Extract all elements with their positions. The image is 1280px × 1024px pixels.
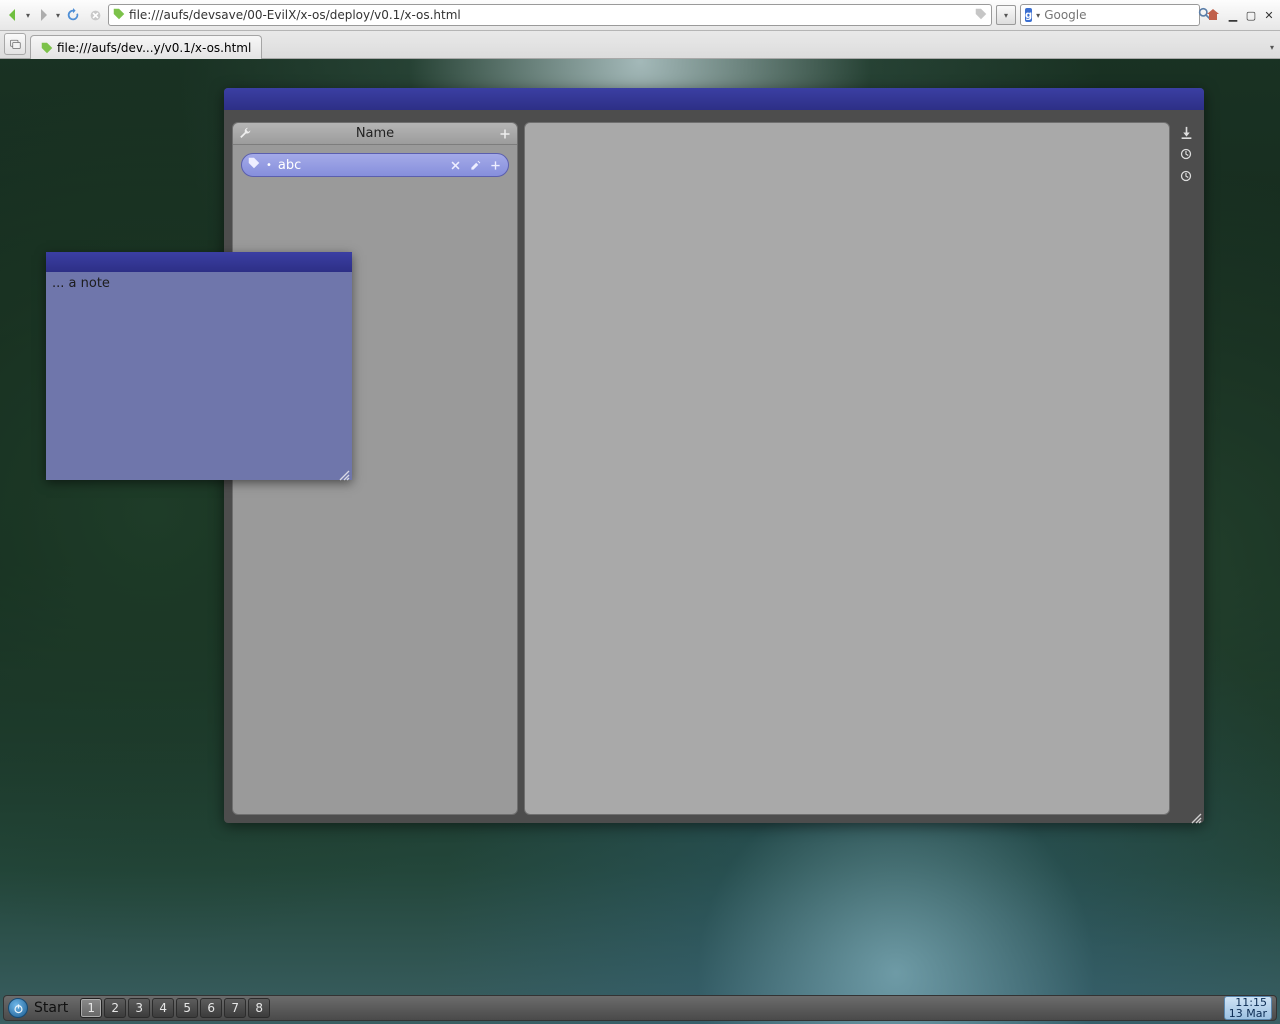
taskbar: Start 12345678 11:15 13 Mar <box>3 995 1277 1021</box>
edit-icon[interactable] <box>468 158 482 172</box>
workspace-button-3[interactable]: 3 <box>128 998 150 1018</box>
bullet-icon: • <box>266 160 272 171</box>
workspace-switcher: 12345678 <box>80 998 270 1018</box>
workspace-button-2[interactable]: 2 <box>104 998 126 1018</box>
item-label: abc <box>278 158 301 173</box>
workspace-button-8[interactable]: 8 <box>248 998 270 1018</box>
tag-icon <box>248 157 260 173</box>
minimize-window[interactable]: ▁ <box>1226 8 1240 22</box>
download-icon[interactable] <box>1178 124 1194 140</box>
close-window[interactable]: ✕ <box>1262 8 1276 22</box>
tab-strip: file:///aufs/dev...y/v0.1/x-os.html ▾ <box>0 31 1280 59</box>
google-icon: g <box>1025 8 1032 22</box>
forward-history-dropdown[interactable]: ▾ <box>56 11 60 20</box>
search-input[interactable] <box>1044 8 1194 22</box>
address-dropdown[interactable]: ▾ <box>996 5 1016 25</box>
start-button[interactable]: Start <box>34 1000 68 1016</box>
power-button[interactable] <box>8 998 28 1018</box>
resize-handle[interactable] <box>1190 809 1202 821</box>
note-titlebar[interactable] <box>46 252 352 272</box>
workspace-button-4[interactable]: 4 <box>152 998 174 1018</box>
left-panel-header: Name <box>233 123 517 145</box>
stop-button[interactable] <box>86 6 104 24</box>
app-window: Name • abc <box>224 88 1204 823</box>
tab-label: file:///aufs/dev...y/v0.1/x-os.html <box>57 41 251 55</box>
back-button[interactable] <box>4 6 22 24</box>
home-button[interactable] <box>1204 6 1222 24</box>
workspace-button-7[interactable]: 7 <box>224 998 246 1018</box>
browser-tab[interactable]: file:///aufs/dev...y/v0.1/x-os.html <box>30 35 262 59</box>
plus-icon[interactable] <box>488 158 502 172</box>
note-window: ... a note <box>46 252 352 480</box>
maximize-window[interactable]: ▢ <box>1244 8 1258 22</box>
list-item[interactable]: • abc <box>241 153 509 177</box>
forward-button[interactable] <box>34 6 52 24</box>
bookmark-tag-icon[interactable] <box>975 8 987 23</box>
clock-date: 13 Mar <box>1229 1008 1267 1019</box>
workspace-button-1[interactable]: 1 <box>80 998 102 1018</box>
url-input[interactable] <box>129 8 971 22</box>
search-bar[interactable]: g ▾ <box>1020 4 1200 26</box>
browser-toolbar: ▾ ▾ ▾ g ▾ ▁ ▢ ✕ <box>0 0 1280 31</box>
right-panel <box>524 122 1170 815</box>
reload-button[interactable] <box>64 6 82 24</box>
workspace-button-6[interactable]: 6 <box>200 998 222 1018</box>
address-bar[interactable] <box>108 4 992 26</box>
workspace-button-5[interactable]: 5 <box>176 998 198 1018</box>
search-engine-dropdown[interactable]: ▾ <box>1036 11 1040 20</box>
app-titlebar[interactable] <box>224 88 1204 110</box>
plus-icon[interactable] <box>497 126 513 142</box>
right-toolbar <box>1176 122 1196 815</box>
back-history-dropdown[interactable]: ▾ <box>26 11 30 20</box>
close-icon[interactable] <box>448 158 462 172</box>
page-tag-icon <box>113 8 125 23</box>
clock[interactable]: 11:15 13 Mar <box>1224 996 1272 1020</box>
note-body[interactable]: ... a note <box>46 272 352 295</box>
tabs-overflow-dropdown[interactable]: ▾ <box>1270 43 1274 52</box>
new-tab-button[interactable] <box>4 33 26 55</box>
wrench-icon[interactable] <box>237 126 253 142</box>
clock-icon[interactable] <box>1178 146 1194 162</box>
resize-handle[interactable] <box>338 466 350 478</box>
left-panel-title: Name <box>257 126 493 141</box>
clock-icon[interactable] <box>1178 168 1194 184</box>
